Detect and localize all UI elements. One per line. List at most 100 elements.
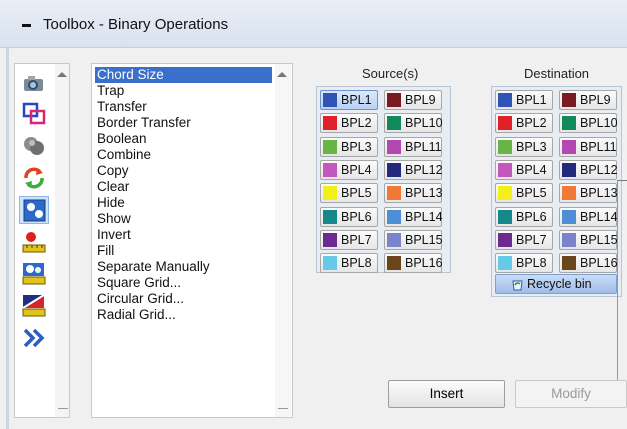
destination-bitplane-bpl11[interactable]: BPL11 [559, 136, 617, 157]
merge-circles-icon[interactable] [19, 132, 49, 160]
bitplane-label: BPL16 [580, 256, 618, 271]
measure-diagonal-icon[interactable] [19, 292, 49, 320]
color-swatch [323, 232, 337, 247]
color-swatch [387, 93, 401, 107]
overlap-squares-icon[interactable] [19, 100, 49, 128]
color-swatch [387, 139, 401, 154]
toolbox-window: Toolbox - Binary Operations Chord Size T… [0, 0, 627, 429]
list-item[interactable]: Square Grid... [95, 275, 272, 291]
list-item[interactable]: Transfer [95, 99, 272, 115]
source-bitplane-bpl16[interactable]: BPL16 [384, 253, 443, 274]
color-swatch [562, 116, 576, 131]
destination-bitplane-bpl8[interactable]: BPL8 [495, 253, 553, 274]
destination-bitplane-bpl14[interactable]: BPL14 [559, 206, 618, 227]
source-bitplane-bpl4[interactable]: BPL4 [320, 159, 378, 180]
source-bitplane-bpl14[interactable]: BPL14 [384, 206, 443, 227]
color-swatch [498, 139, 512, 154]
destination-bitplane-bpl5[interactable]: BPL5 [495, 183, 553, 204]
destination-bitplane-bpl1[interactable]: BPL1 [495, 90, 553, 110]
color-swatch [387, 186, 401, 201]
bitplane-label: BPL13 [580, 186, 618, 201]
measure-point-icon[interactable] [19, 228, 49, 256]
source-bitplane-bpl15[interactable]: BPL15 [384, 229, 443, 250]
source-bitplane-bpl8[interactable]: BPL8 [320, 253, 378, 274]
scroll-up-icon[interactable] [277, 72, 287, 77]
list-item[interactable]: Circular Grid... [95, 291, 272, 307]
insert-button[interactable]: Insert [388, 380, 505, 408]
color-swatch [498, 162, 512, 177]
scroll-down-icon[interactable] [278, 408, 288, 409]
list-item[interactable]: Trap [95, 83, 272, 99]
source-bitplane-bpl10[interactable]: BPL10 [384, 113, 443, 134]
bitplane-label: BPL5 [341, 186, 372, 201]
list-item[interactable]: Radial Grid... [95, 307, 272, 323]
list-item[interactable]: Border Transfer [95, 115, 272, 131]
bitplane-label: BPL5 [516, 186, 547, 201]
color-swatch [562, 209, 576, 224]
destination-bitplane-bpl10[interactable]: BPL10 [559, 113, 618, 134]
source-bitplane-bpl7[interactable]: BPL7 [320, 229, 378, 250]
source-bitplane-bpl1[interactable]: BPL1 [320, 90, 378, 110]
color-swatch [323, 93, 337, 107]
source-bitplane-bpl3[interactable]: BPL3 [320, 136, 378, 157]
color-swatch [387, 256, 401, 271]
operations-scrollbar[interactable] [275, 64, 291, 417]
modify-button[interactable]: Modify [515, 380, 627, 408]
destination-bitplane-bpl3[interactable]: BPL3 [495, 136, 553, 157]
destination-bitplane-bpl4[interactable]: BPL4 [495, 159, 553, 180]
measure-circles-icon[interactable] [19, 260, 49, 288]
list-item[interactable]: Clear [95, 179, 272, 195]
color-swatch [323, 139, 337, 154]
destination-bitplane-bpl2[interactable]: BPL2 [495, 113, 553, 134]
destination-bitplane-bpl16[interactable]: BPL16 [559, 253, 618, 274]
destination-bitplane-bpl6[interactable]: BPL6 [495, 206, 553, 227]
refresh-arrows-icon[interactable] [19, 164, 49, 192]
color-swatch [498, 209, 512, 224]
divider-tick [617, 180, 627, 181]
color-swatch [498, 186, 512, 201]
destination-bitplane-bpl15[interactable]: BPL15 [559, 229, 618, 250]
scroll-down-icon[interactable] [58, 408, 68, 409]
divider-line [617, 180, 618, 392]
source-title: Source(s) [362, 66, 419, 81]
list-item[interactable]: Combine [95, 147, 272, 163]
source-bitplane-bpl6[interactable]: BPL6 [320, 206, 378, 227]
source-bitplane-bpl12[interactable]: BPL12 [384, 159, 443, 180]
icon-panel-scrollbar[interactable] [55, 64, 69, 417]
color-swatch [562, 256, 576, 271]
window-menu-icon[interactable] [22, 24, 31, 27]
list-item[interactable]: Fill [95, 243, 272, 259]
list-item[interactable]: Show [95, 211, 272, 227]
source-bitplane-bpl2[interactable]: BPL2 [320, 113, 378, 134]
list-item[interactable]: Chord Size [95, 67, 272, 83]
list-item[interactable]: Copy [95, 163, 272, 179]
binary-shapes-icon[interactable] [19, 196, 49, 224]
source-bitplane-bpl9[interactable]: BPL9 [384, 90, 442, 110]
destination-bitplane-bpl12[interactable]: BPL12 [559, 159, 618, 180]
camera-icon[interactable] [19, 68, 49, 96]
list-item[interactable]: Separate Manually [95, 259, 272, 275]
destination-bitplane-bpl13[interactable]: BPL13 [559, 183, 618, 204]
list-item[interactable]: Boolean [95, 131, 272, 147]
recycle-bin-button[interactable]: Recycle bin [495, 274, 617, 294]
color-swatch [323, 116, 337, 131]
bitplane-label: BPL6 [341, 209, 372, 224]
list-item[interactable]: Hide [95, 195, 272, 211]
bitplane-label: BPL8 [341, 256, 372, 271]
bitplane-label: BPL2 [341, 116, 372, 131]
destination-bitplane-bpl7[interactable]: BPL7 [495, 229, 553, 250]
color-swatch [323, 209, 337, 224]
source-bitplane-bpl13[interactable]: BPL13 [384, 183, 443, 204]
bitplane-label: BPL11 [580, 139, 617, 154]
source-bitplane-bpl5[interactable]: BPL5 [320, 183, 378, 204]
recycle-bin-label: Recycle bin [527, 277, 592, 291]
bitplane-label: BPL3 [341, 139, 372, 154]
operations-list: Chord Size Trap Transfer Border Transfer… [91, 63, 293, 418]
color-swatch [387, 209, 401, 224]
source-bitplane-bpl11[interactable]: BPL11 [384, 136, 442, 157]
double-chevron-right-icon[interactable] [19, 324, 49, 352]
destination-bitplane-bpl9[interactable]: BPL9 [559, 90, 617, 110]
list-item[interactable]: Invert [95, 227, 272, 243]
scroll-up-icon[interactable] [57, 72, 67, 77]
bitplane-label: BPL6 [516, 209, 547, 224]
